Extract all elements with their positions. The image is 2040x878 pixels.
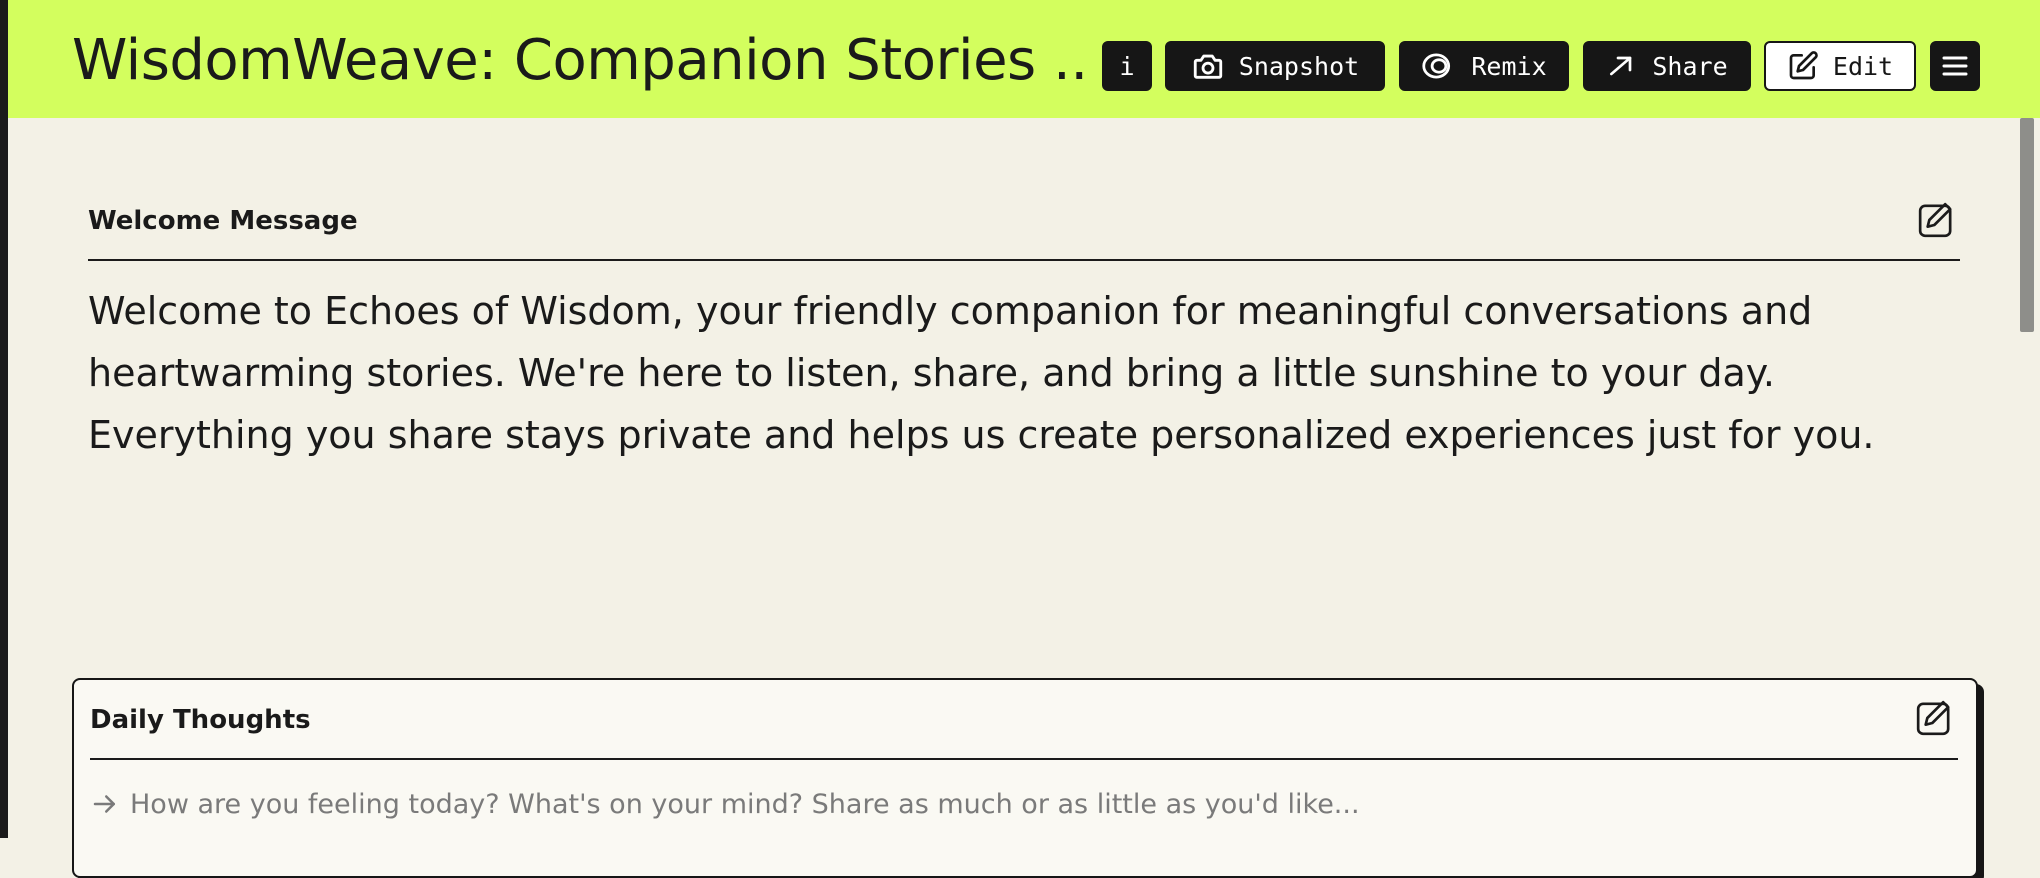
share-button[interactable]: Share [1583,41,1751,91]
edit-button[interactable]: Edit [1764,41,1916,91]
app-title: WisdomWeave: Companion Stories ... [72,28,1092,93]
welcome-message-text: Welcome to Echoes of Wisdom, your friend… [88,289,1875,457]
arrow-right-icon [93,795,115,813]
daily-thoughts-placeholder: How are you feeling today? What's on you… [130,788,1360,820]
daily-thoughts-heading: Daily Thoughts [90,705,311,735]
arrow-right-icon [1610,56,1632,76]
snapshot-button[interactable]: Snapshot [1165,41,1385,91]
hamburger-menu-icon [1942,56,1968,76]
remix-icon [1422,53,1451,79]
info-button[interactable]: i [1102,41,1152,91]
edit-daily-thoughts-icon[interactable] [1914,698,1954,738]
remix-button-label: Remix [1471,51,1547,81]
left-edge-bar [0,0,8,838]
share-button-label: Share [1652,51,1728,81]
welcome-message-heading: Welcome Message [88,206,358,236]
info-button-label: i [1119,51,1135,81]
daily-thoughts-card [72,678,1978,878]
welcome-divider [88,259,1960,261]
scrollbar-thumb[interactable] [2020,118,2034,332]
daily-thoughts-input[interactable]: How are you feeling today? What's on you… [90,784,1950,824]
remix-button[interactable]: Remix [1399,41,1569,91]
menu-button[interactable] [1930,41,1980,91]
camera-icon [1193,54,1222,79]
daily-thoughts-divider [90,758,1958,760]
top-bar: WisdomWeave: Companion Stories ... i Sna… [8,0,2040,118]
pencil-square-icon [1789,51,1818,80]
snapshot-button-label: Snapshot [1238,51,1360,81]
edit-welcome-icon[interactable] [1916,200,1956,240]
edit-button-label: Edit [1832,51,1894,81]
